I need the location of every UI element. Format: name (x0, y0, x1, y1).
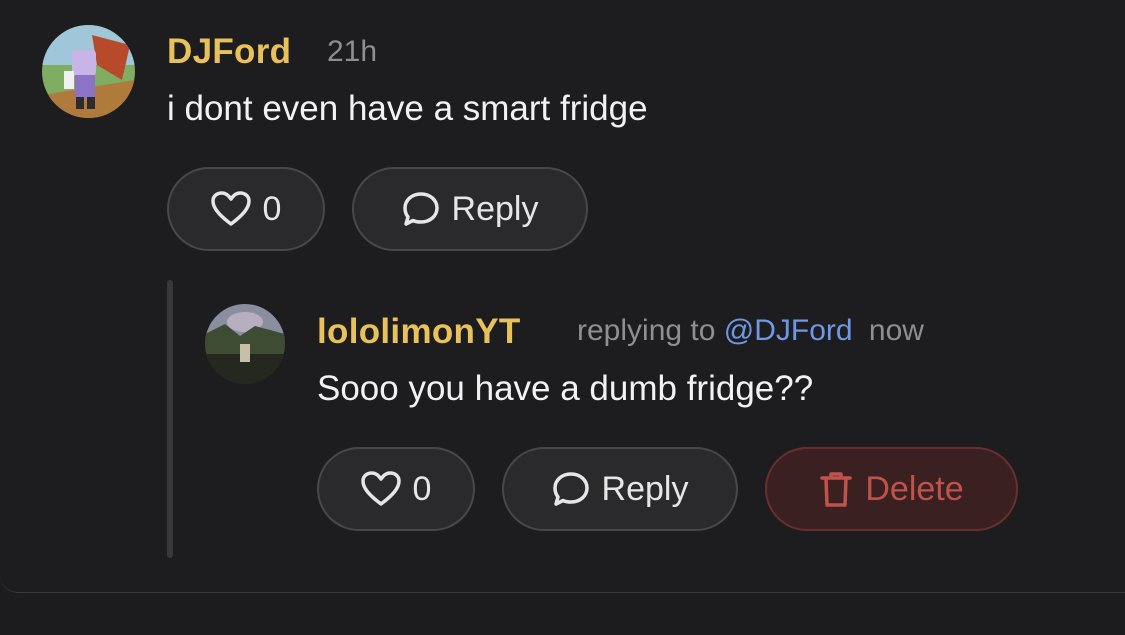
page-background-bottom (0, 593, 1125, 635)
trash-icon (819, 470, 853, 508)
comment-username[interactable]: DJFord (167, 32, 291, 72)
comment-thread-card: DJFord 21h i dont even have a smart frid… (0, 0, 1125, 593)
comment-like-count: 0 (262, 189, 282, 228)
speech-bubble-icon (402, 191, 440, 227)
reply-reply-label: Reply (601, 469, 689, 508)
speech-bubble-icon (552, 471, 590, 507)
reply-like-count: 0 (412, 469, 432, 508)
thread-line (167, 280, 173, 558)
comment-text: i dont even have a smart fridge (167, 89, 648, 128)
comment-reply-button[interactable]: Reply (352, 167, 588, 251)
replying-to-label: replying to (577, 314, 716, 347)
comment-like-button[interactable]: 0 (167, 167, 325, 251)
reply-mention[interactable]: @DJFord (724, 314, 853, 347)
djford-avatar[interactable] (42, 25, 135, 118)
delete-label: Delete (865, 469, 964, 508)
reply-like-button[interactable]: 0 (317, 447, 475, 531)
reply-text: Sooo you have a dumb fridge?? (317, 369, 814, 408)
lololimonyt-avatar[interactable] (205, 304, 285, 384)
reply-reply-button[interactable]: Reply (502, 447, 738, 531)
reply-timestamp: now (868, 314, 924, 347)
reply-username[interactable]: lololimonYT (317, 312, 521, 352)
heart-icon (360, 471, 401, 507)
comment-reply-label: Reply (451, 189, 539, 228)
reply-meta: replying to @DJFord now (577, 314, 924, 348)
comment-timestamp: 21h (327, 35, 378, 68)
heart-icon (210, 191, 251, 227)
delete-button[interactable]: Delete (765, 447, 1018, 531)
